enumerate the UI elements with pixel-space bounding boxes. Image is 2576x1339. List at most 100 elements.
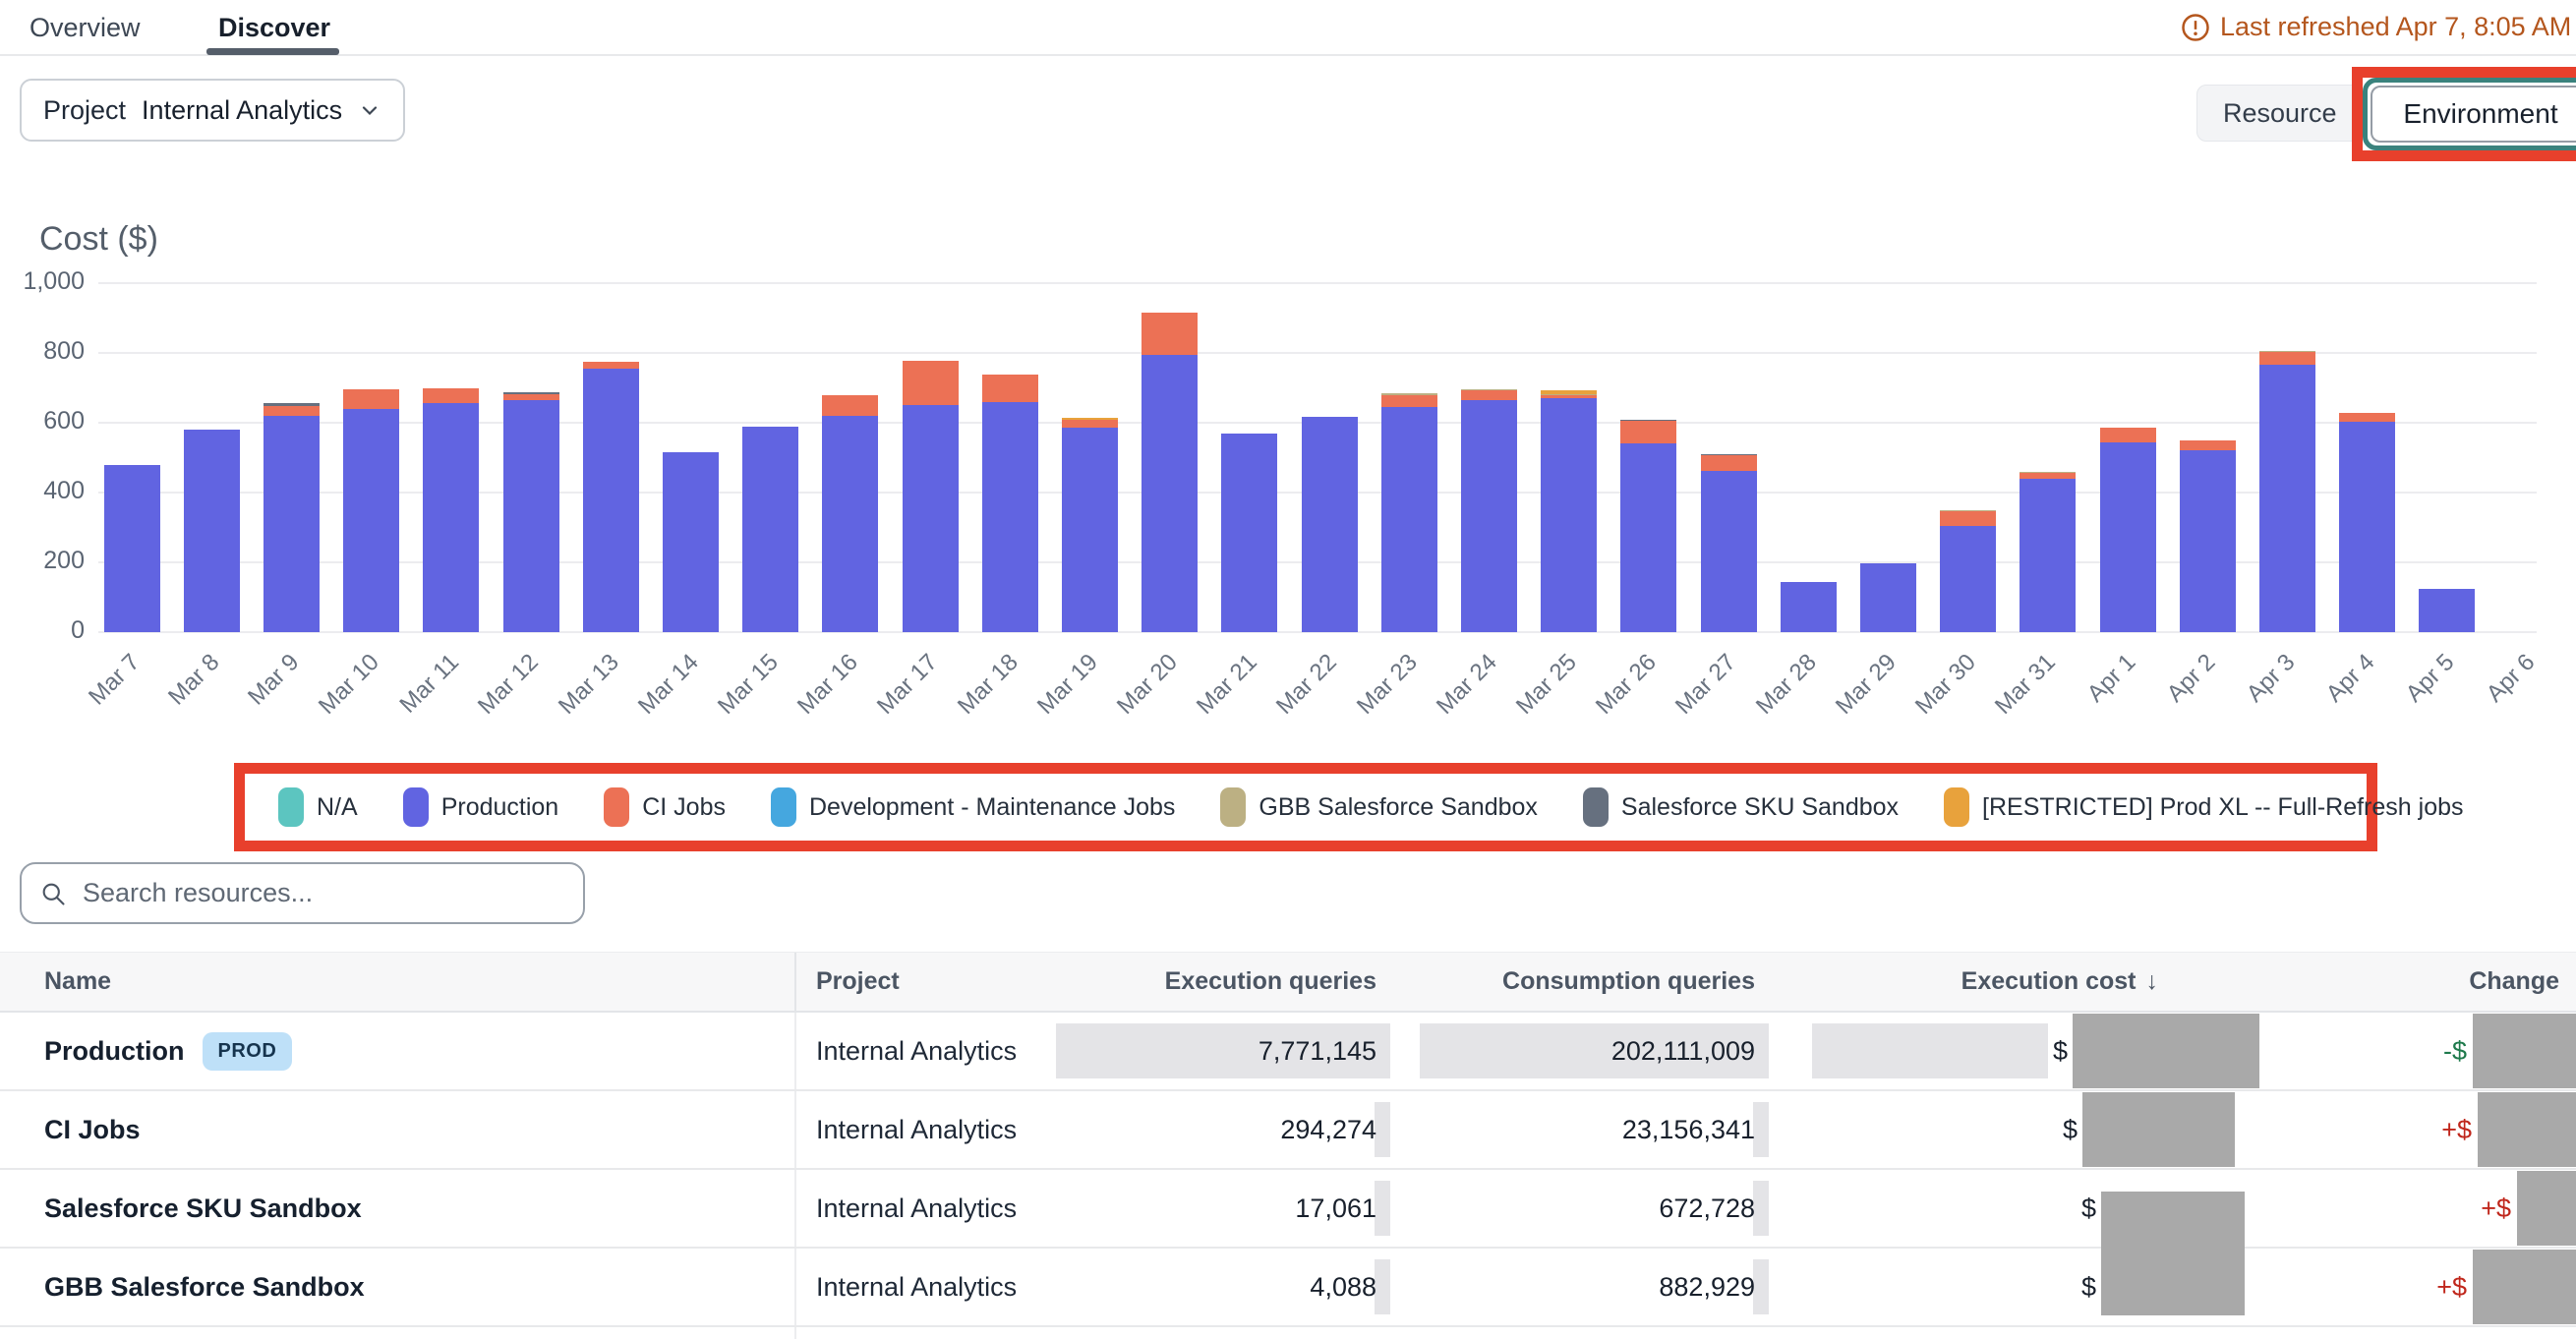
bar-segment-production[interactable] [1860, 563, 1916, 632]
bar-segment-production[interactable] [903, 405, 959, 632]
bar-segment-production[interactable] [2339, 422, 2395, 632]
bar-segment-production[interactable] [2259, 365, 2315, 632]
bar-segment-production[interactable] [742, 427, 798, 632]
table-row[interactable]: ProductionPRODInternal Analytics7,771,14… [0, 1013, 2576, 1091]
bar-segment-ci-jobs[interactable] [1620, 421, 1676, 443]
bar-segment-ci-jobs[interactable] [343, 389, 399, 409]
legend-item[interactable]: [RESTRICTED] Prod XL -- Full-Refresh job… [1944, 787, 2463, 827]
bar-segment-production[interactable] [503, 400, 559, 632]
search-input[interactable] [81, 877, 565, 909]
x-axis-tick-label: Mar 23 [1351, 649, 1423, 721]
bar-segment-ci-jobs[interactable] [1461, 390, 1517, 400]
bar-segment-production[interactable] [423, 403, 479, 632]
cell-execution-queries: 17,061 [1072, 1170, 1396, 1247]
tab-overview[interactable]: Overview [29, 13, 141, 43]
bar-segment-gbb-salesforce-sandbox[interactable] [2259, 351, 2315, 352]
cell-name: Salesforce SKU Sandbox [0, 1170, 796, 1247]
bar-segment-ci-jobs[interactable] [903, 361, 959, 405]
bar-segment-production[interactable] [2100, 442, 2156, 632]
bar-segment-production[interactable] [1541, 398, 1597, 632]
tab-discover[interactable]: Discover [218, 13, 330, 43]
bar-segment-gbb-salesforce-sandbox[interactable] [1541, 394, 1597, 395]
table-row-partial [0, 1327, 2576, 1339]
bar-segment-production[interactable] [2020, 479, 2076, 632]
legend-item[interactable]: CI Jobs [604, 787, 726, 827]
bar-segment-production[interactable] [184, 430, 240, 632]
bar-segment-production[interactable] [263, 416, 320, 632]
bar-segment--restricted-prod-xl-full-refresh-jobs[interactable] [1062, 418, 1118, 420]
bar-segment-production[interactable] [104, 465, 160, 632]
bar-segment-gbb-salesforce-sandbox[interactable] [1461, 389, 1517, 390]
bar-segment-ci-jobs[interactable] [2180, 440, 2236, 450]
bar-segment-ci-jobs[interactable] [982, 375, 1038, 402]
bar-segment-ci-jobs[interactable] [583, 362, 639, 369]
cell-project: Internal Analytics [796, 1249, 1072, 1325]
bar-segment-gbb-salesforce-sandbox[interactable] [2020, 472, 2076, 473]
column-header-change[interactable]: Change [2178, 953, 2576, 1011]
legend-item[interactable]: Development - Maintenance Jobs [771, 787, 1175, 827]
x-axis-tick-label: Mar 27 [1670, 649, 1742, 721]
bar-segment-ci-jobs[interactable] [423, 388, 479, 404]
bar-segment-production[interactable] [1221, 434, 1277, 632]
bar-segment-production[interactable] [1062, 428, 1118, 632]
bar-segment-ci-jobs[interactable] [2100, 428, 2156, 442]
bar-segment-production[interactable] [982, 402, 1038, 632]
bar-segment-production[interactable] [1381, 407, 1437, 632]
bar-segment-ci-jobs[interactable] [2339, 413, 2395, 422]
bar-segment-ci-jobs[interactable] [1541, 395, 1597, 398]
bar-segment-ci-jobs[interactable] [503, 394, 559, 400]
cell-value: 23,156,341 [1622, 1115, 1755, 1145]
project-filter-dropdown[interactable]: Project Internal Analytics [20, 79, 405, 142]
legend-label: Salesforce SKU Sandbox [1621, 793, 1899, 822]
bar-segment-ci-jobs[interactable] [1381, 395, 1437, 407]
bar-segment-ci-jobs[interactable] [1142, 313, 1198, 355]
column-header-execution-cost[interactable]: Execution cost ↓ [1775, 953, 2178, 1011]
bar-segment-ci-jobs[interactable] [1701, 455, 1757, 470]
bar-segment-production[interactable] [663, 452, 719, 632]
bar-segment-production[interactable] [1461, 400, 1517, 632]
legend-label: [RESTRICTED] Prod XL -- Full-Refresh job… [1982, 793, 2463, 822]
bar-segment-ci-jobs[interactable] [1940, 511, 1996, 526]
group-by-environment-button[interactable]: Environment [2371, 86, 2576, 143]
y-axis-tick-label: 400 [0, 477, 85, 505]
resource-name: Salesforce SKU Sandbox [44, 1193, 362, 1224]
bar-segment-ci-jobs[interactable] [263, 406, 320, 416]
bar-segment-production[interactable] [1142, 355, 1198, 632]
table-row[interactable]: CI JobsInternal Analytics294,27423,156,3… [0, 1091, 2576, 1170]
legend-item[interactable]: N/A [278, 787, 358, 827]
bar-segment-production[interactable] [1701, 471, 1757, 632]
bar-segment-gbb-salesforce-sandbox[interactable] [1381, 393, 1437, 394]
bar-segment-salesforce-sku-sandbox[interactable] [503, 392, 559, 394]
legend-item[interactable]: Production [403, 787, 559, 827]
legend-item[interactable]: Salesforce SKU Sandbox [1583, 787, 1899, 827]
bar-segment-salesforce-sku-sandbox[interactable] [1620, 420, 1676, 421]
bar-segment-production[interactable] [822, 416, 878, 632]
column-header-execution-queries[interactable]: Execution queries [1072, 953, 1396, 1011]
column-header-project[interactable]: Project [796, 953, 1072, 1011]
bar-segment-salesforce-sku-sandbox[interactable] [263, 403, 320, 406]
bar-segment-production[interactable] [2180, 450, 2236, 632]
bar-segment-production[interactable] [1620, 443, 1676, 632]
group-by-resource-button[interactable]: Resource [2196, 85, 2364, 142]
column-header-name[interactable]: Name [0, 953, 796, 1011]
y-axis-tick-label: 0 [0, 616, 85, 645]
bar-segment-production[interactable] [583, 369, 639, 632]
bar-segment-gbb-salesforce-sandbox[interactable] [1940, 510, 1996, 511]
bar-segment-ci-jobs[interactable] [2259, 352, 2315, 365]
cell-execution-queries: 4,088 [1072, 1249, 1396, 1325]
bar-segment-ci-jobs[interactable] [2020, 473, 2076, 479]
bar-segment-production[interactable] [343, 409, 399, 632]
y-axis-tick-label: 200 [0, 547, 85, 575]
bar-segment-production[interactable] [1781, 582, 1837, 632]
column-header-consumption-queries[interactable]: Consumption queries [1396, 953, 1775, 1011]
bar-segment-salesforce-sku-sandbox[interactable] [1701, 454, 1757, 455]
search-box[interactable] [20, 862, 585, 924]
bar-segment-ci-jobs[interactable] [1062, 420, 1118, 428]
bar-segment--restricted-prod-xl-full-refresh-jobs[interactable] [1541, 390, 1597, 394]
redaction-block [2473, 1250, 2576, 1324]
legend-item[interactable]: GBB Salesforce Sandbox [1220, 787, 1538, 827]
bar-segment-production[interactable] [1302, 417, 1358, 632]
bar-segment-production[interactable] [2419, 589, 2475, 632]
bar-segment-ci-jobs[interactable] [822, 395, 878, 416]
bar-segment-production[interactable] [1940, 526, 1996, 632]
